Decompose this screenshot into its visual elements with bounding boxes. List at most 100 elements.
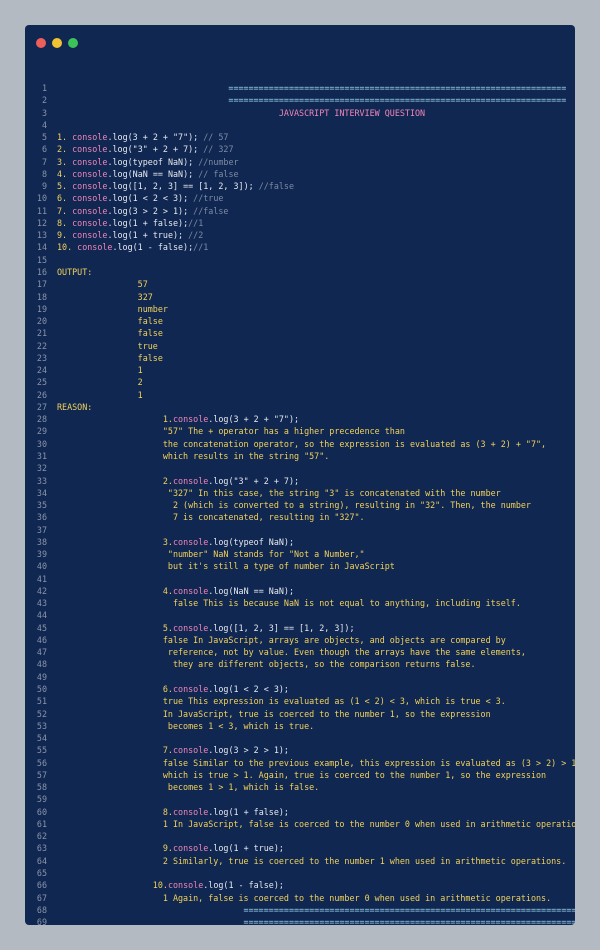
- line-number: 39: [36, 549, 47, 560]
- line-number: 58: [36, 782, 47, 793]
- code-token: 7.: [57, 205, 73, 216]
- code-line: 53 becomes 1 < 3, which is true.: [25, 720, 575, 732]
- code-token: console: [72, 230, 108, 241]
- line-number: 62: [36, 831, 47, 842]
- line-number: 51: [36, 696, 47, 707]
- line-text: 2: [47, 376, 575, 388]
- code-token: 57: [57, 279, 148, 290]
- code-line: 39 "number" NaN stands for "Not a Number…: [25, 548, 575, 560]
- line-number: 10: [36, 193, 47, 204]
- line-text: 57: [47, 278, 575, 290]
- code-token: 2.: [57, 475, 173, 486]
- maximize-icon[interactable]: [68, 38, 78, 48]
- code-token: false: [57, 316, 163, 327]
- line-number: 53: [36, 720, 47, 731]
- line-text: [47, 867, 575, 879]
- line-text: reference, not by value. Even though the…: [47, 646, 575, 658]
- line-number: 69: [36, 917, 47, 925]
- line-number: 4: [41, 119, 47, 130]
- code-token: .log("3" + 2 + 7);: [107, 144, 204, 155]
- line-number: 16: [36, 266, 47, 277]
- code-token: 1.: [57, 414, 173, 425]
- code-token: console: [72, 217, 108, 228]
- code-token: ========================================…: [57, 95, 567, 106]
- code-token: "57" The + operator has a higher precede…: [57, 426, 405, 437]
- line-text: which results in the string "57".: [47, 450, 575, 462]
- code-line: 7 3. console.log(typeof NaN); //number: [25, 156, 575, 168]
- code-token: 8.: [57, 217, 73, 228]
- code-token: console: [72, 181, 108, 192]
- line-number: 42: [36, 585, 47, 596]
- line-text: 9. console.log(1 + true); //2: [47, 229, 575, 241]
- line-number: 20: [36, 316, 47, 327]
- code-token: .log(1 < 2 < 3);: [208, 684, 289, 695]
- line-number: 49: [36, 671, 47, 682]
- code-token: .log(3 > 2 > 1);: [208, 745, 289, 756]
- code-line: 45 5.console.log([1, 2, 3] == [1, 2, 3])…: [25, 622, 575, 634]
- line-text: 10. console.log(1 - false);//1: [47, 241, 575, 253]
- line-number: 2: [41, 95, 47, 106]
- code-token: false In JavaScript, arrays are objects,…: [57, 634, 506, 645]
- code-token: .log(1 + false);: [208, 806, 289, 817]
- code-line: 18 327: [25, 291, 575, 303]
- code-token: which is true > 1. Again, true is coerce…: [57, 769, 547, 780]
- line-text: becomes 1 > 1, which is false.: [47, 781, 575, 793]
- code-token: 7.: [57, 745, 173, 756]
- line-text: 2 Similarly, true is coerced to the numb…: [47, 855, 575, 867]
- line-text: 9.console.log(1 + true);: [47, 842, 575, 854]
- line-number: 7: [41, 156, 47, 167]
- code-token: 7 is concatenated, resulting in "327".: [57, 512, 365, 523]
- line-text: which is true > 1. Again, true is coerce…: [47, 769, 575, 781]
- line-number: 23: [36, 352, 47, 363]
- code-line: 35 2 (which is converted to a string), r…: [25, 499, 575, 511]
- line-text: REASON:: [47, 401, 575, 413]
- code-line: 38 3.console.log(typeof NaN);: [25, 536, 575, 548]
- line-number: 9: [41, 181, 47, 192]
- code-token: console: [77, 242, 113, 253]
- code-token: they are different objects, so the compa…: [57, 659, 476, 670]
- code-line: 42 4.console.log(NaN == NaN);: [25, 585, 575, 597]
- code-token: ========================================…: [57, 83, 567, 93]
- line-text: 327: [47, 291, 575, 303]
- line-number: 21: [36, 328, 47, 339]
- code-token: 10.: [57, 880, 168, 891]
- code-line: 30 the concatenation operator, so the ex…: [25, 438, 575, 450]
- minimize-icon[interactable]: [52, 38, 62, 48]
- line-text: 7. console.log(3 > 2 > 1); //false: [47, 205, 575, 217]
- line-number: 43: [36, 598, 47, 609]
- line-text: [47, 462, 575, 474]
- line-number: 31: [36, 450, 47, 461]
- code-token: true: [57, 340, 158, 351]
- code-token: console: [172, 684, 209, 695]
- code-token: 327: [57, 291, 153, 302]
- line-number: 14: [36, 242, 47, 253]
- code-token: the concatenation operator, so the expre…: [57, 438, 547, 449]
- code-line: 31 which results in the string "57".: [25, 450, 575, 462]
- code-line: 6 2. console.log("3" + 2 + 7); // 327: [25, 143, 575, 155]
- line-text: 1: [47, 389, 575, 401]
- code-token: which results in the string "57".: [57, 450, 330, 461]
- code-token: reference, not by value. Even though the…: [57, 647, 526, 658]
- code-token: .log([1, 2, 3] == [1, 2, 3]);: [208, 622, 355, 633]
- line-text: 7.console.log(3 > 2 > 1);: [47, 744, 575, 756]
- line-number: 59: [36, 794, 47, 805]
- code-token: .log(1 + true);: [208, 843, 284, 854]
- code-token: .log(1 - false);: [112, 242, 194, 253]
- code-token: "327" In this case, the string "3" is co…: [57, 487, 501, 498]
- line-text: becomes 1 < 3, which is true.: [47, 720, 575, 732]
- close-icon[interactable]: [36, 38, 46, 48]
- code-line: 64 2 Similarly, true is coerced to the n…: [25, 855, 575, 867]
- code-line: 17 57: [25, 278, 575, 290]
- line-number: 66: [36, 880, 47, 891]
- code-token: 10.: [57, 242, 78, 253]
- code-line: 25 2: [25, 376, 575, 388]
- code-line: 4: [25, 119, 575, 131]
- line-text: 4. console.log(NaN == NaN); // false: [47, 168, 575, 180]
- line-text: [47, 671, 575, 683]
- code-line: 13 9. console.log(1 + true); //2: [25, 229, 575, 241]
- line-text: 5. console.log([1, 2, 3] == [1, 2, 3]); …: [47, 180, 575, 192]
- code-token: .log(typeof NaN);: [107, 156, 199, 167]
- code-area[interactable]: 1 ======================================…: [25, 82, 575, 925]
- line-number: 65: [36, 868, 47, 878]
- line-number: 15: [36, 254, 47, 265]
